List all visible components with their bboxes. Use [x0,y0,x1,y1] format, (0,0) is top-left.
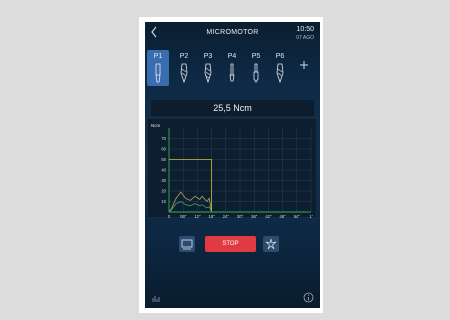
x-tick-label: 54" [294,214,301,218]
tab-p2[interactable]: P2 [173,50,195,86]
display-mode-button[interactable] [179,236,195,252]
x-tick-label: 42" [265,214,272,218]
y-tick-label: 50 [161,157,166,162]
bar-chart-icon [152,296,160,302]
x-tick-label: 30" [237,214,244,218]
x-tick-label: 18" [209,214,216,218]
tab-label: P5 [251,53,261,60]
monitor-icon [181,239,193,250]
drill-bit-icon [204,63,212,83]
plus-icon [300,61,308,69]
x-tick-label: 48" [280,214,287,218]
y-axis-label: Ncm [151,123,160,128]
torque-readout: 25,5 Ncm [151,100,314,116]
chart-background [147,118,317,218]
y-tick-label: 30 [161,178,166,183]
y-tick-label: 40 [161,168,166,173]
tab-p4[interactable]: P4 [221,50,243,86]
implant-tool-icon [229,63,235,82]
y-tick-label: 10 [161,199,166,204]
tap-tool-icon [253,63,259,83]
rotor-icon [265,238,277,250]
tab-p6[interactable]: P6 [269,50,291,86]
tab-p5[interactable]: P5 [245,50,267,86]
tab-p3[interactable]: P3 [197,50,219,86]
x-tick-label: 24" [223,214,230,218]
device-screen: MICROMOTOR 10:50 07 AGO P1 P2 P3 P4 P5 P… [145,22,320,308]
drill-bit-icon [276,63,284,83]
y-tick-label: 60 [161,147,166,152]
tab-label: P2 [179,53,189,60]
x-tick-label: 1' [309,214,312,218]
tab-label: P3 [203,53,213,60]
page-title: MICROMOTOR [206,29,259,36]
add-program-button[interactable] [299,59,309,73]
micromotor-tip-icon [155,63,161,83]
clock-time: 10:50 [296,26,314,33]
info-button[interactable] [303,290,314,308]
tab-p1[interactable]: P1 [147,50,169,86]
y-tick-label: 70 [161,136,166,141]
x-tick-label: 06" [180,214,187,218]
info-icon [303,292,314,303]
drill-bit-icon [180,63,188,83]
program-tabs: P1 P2 P3 P4 P5 P6 [145,50,320,86]
stop-button[interactable]: STOP [205,236,256,252]
bottom-bar [145,284,320,308]
torque-chart: 706050403020100 06" 12" 18" 24" 30" 36" 42" 48" 5… [147,118,317,218]
x-tick-label: 12" [194,214,201,218]
turbo-button[interactable] [263,236,279,252]
tab-label: P1 [153,53,163,60]
tab-label: P6 [275,53,285,60]
stats-button[interactable] [151,290,161,308]
tab-label: P4 [227,53,237,60]
y-tick-label: 20 [161,189,166,194]
clock-date: 07 AGO [296,35,314,41]
x-tick-label: 36" [251,214,258,218]
